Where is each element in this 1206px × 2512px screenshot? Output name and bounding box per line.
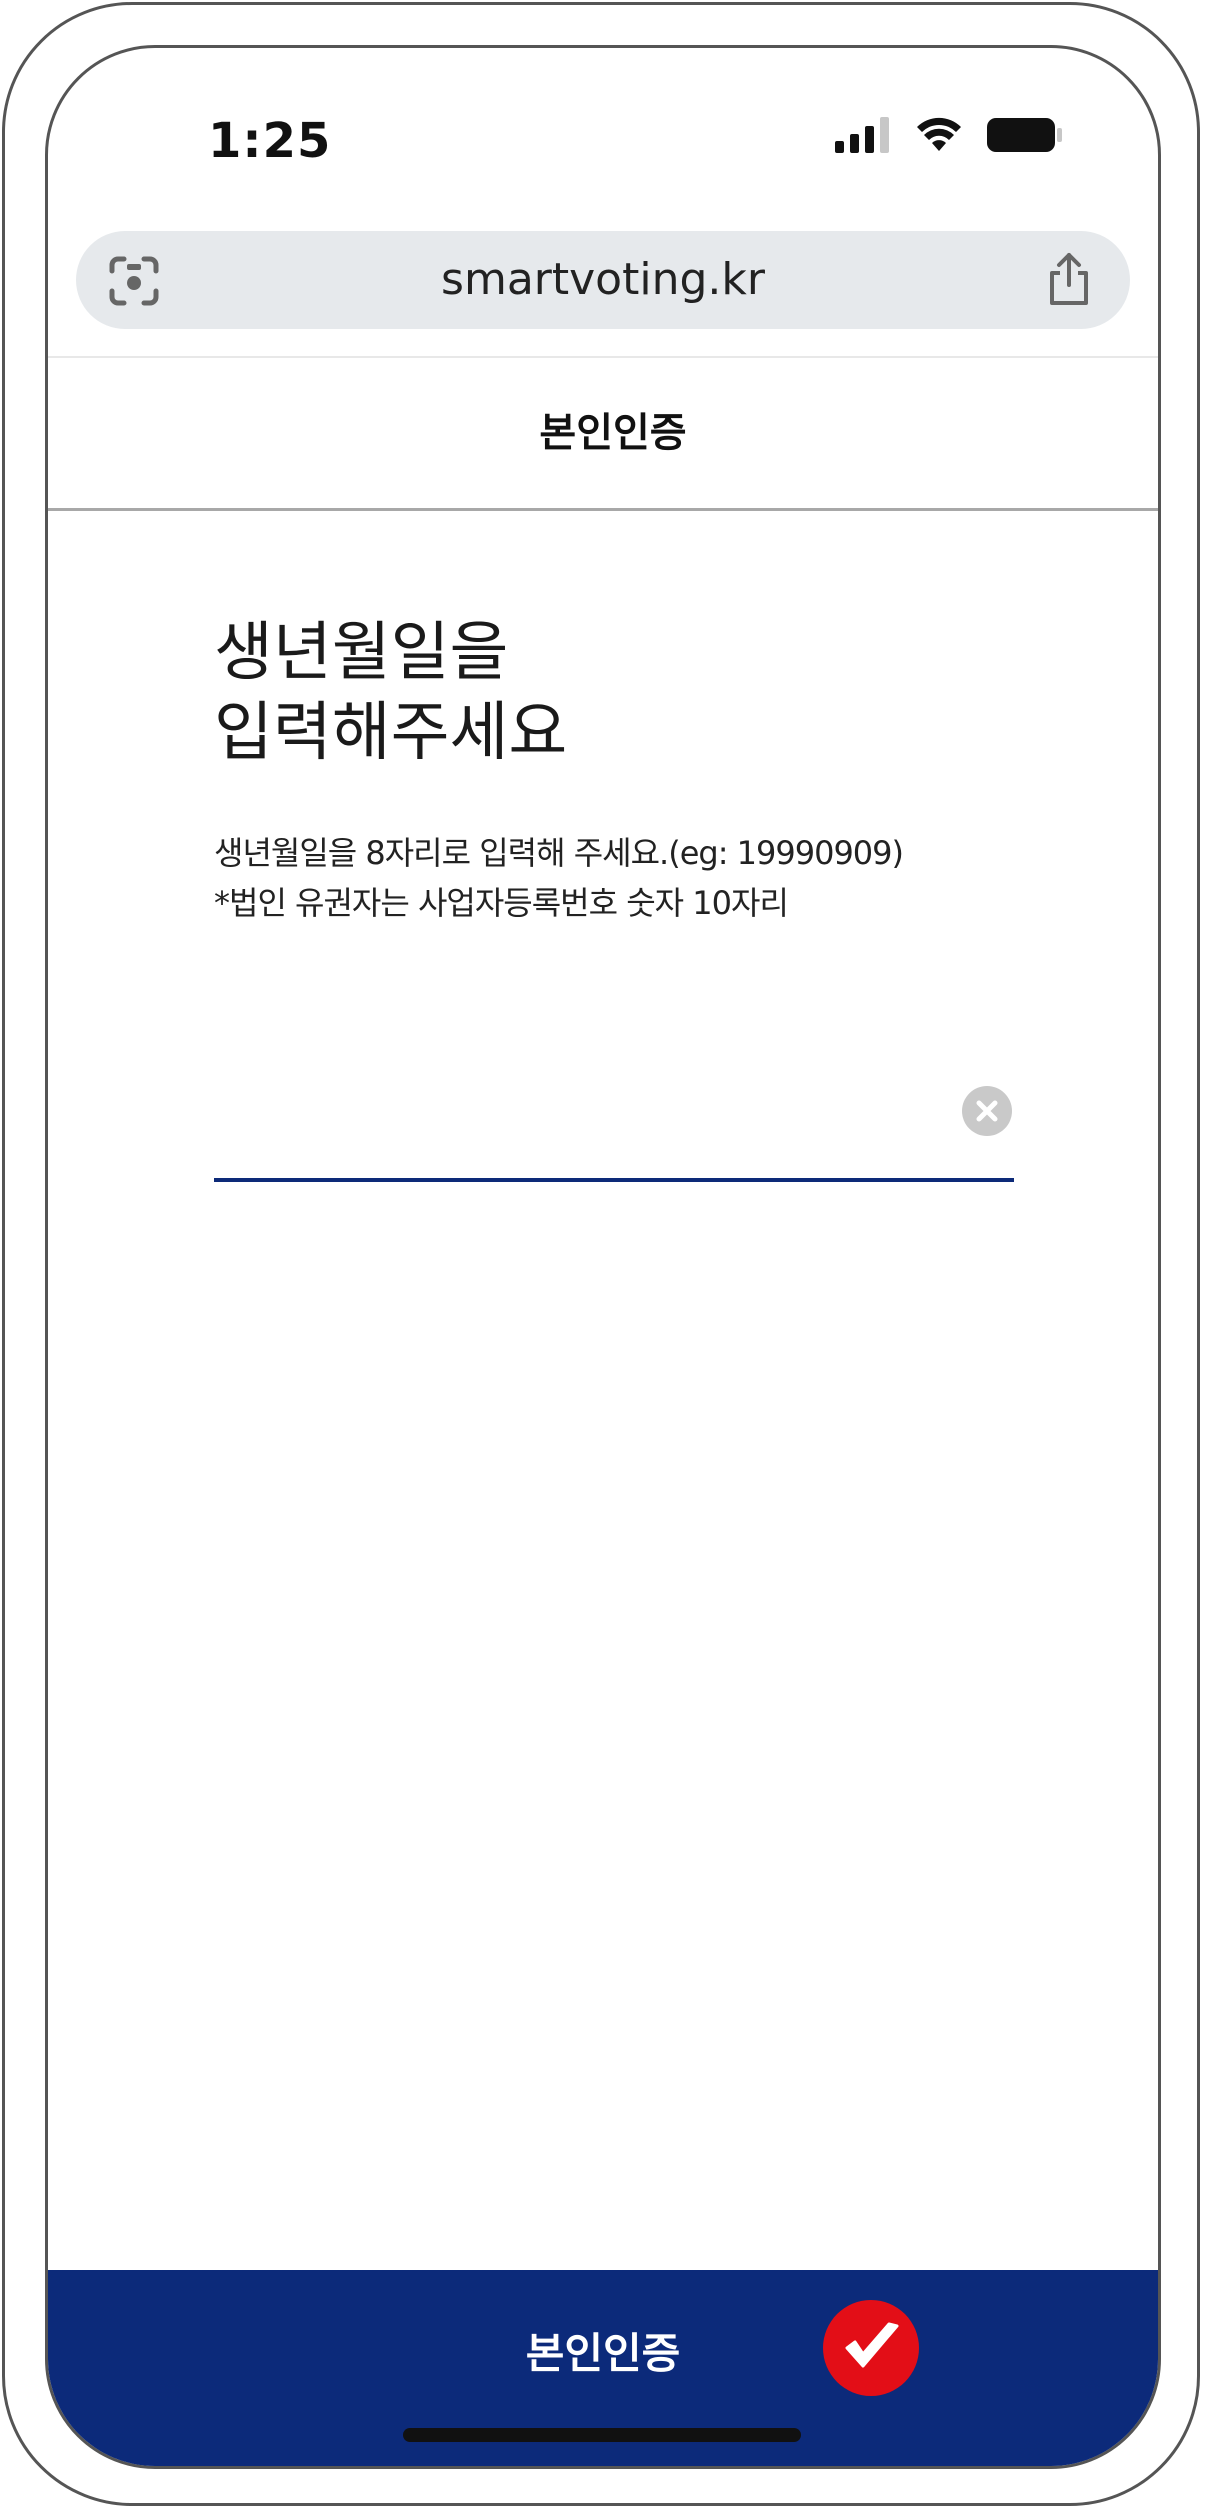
status-icons bbox=[835, 116, 1063, 154]
phone-screen: 1:25 smartvoting.kr 본인인증 생년월일을 입력해주세요 생년… bbox=[45, 45, 1161, 2469]
wifi-icon bbox=[917, 117, 961, 151]
close-icon bbox=[976, 1100, 998, 1122]
heading-line-1: 생년월일을 bbox=[214, 616, 509, 690]
checkmark-icon bbox=[845, 2322, 899, 2368]
heading-line-2: 입력해주세요 bbox=[214, 696, 568, 770]
status-time: 1:25 bbox=[208, 113, 332, 169]
instruction-description: 생년월일을 8자리로 입력해 주세요.(eg: 19990909) *법인 유권… bbox=[214, 828, 1064, 928]
share-icon[interactable] bbox=[1044, 251, 1094, 307]
description-line-1: 생년월일을 8자리로 입력해 주세요.(eg: 19990909) bbox=[214, 834, 904, 872]
page-header: 본인인증 bbox=[48, 358, 1158, 511]
description-line-2: *법인 유권자는 사업자등록번호 숫자 10자리 bbox=[214, 884, 789, 922]
cellular-signal-icon bbox=[835, 117, 889, 153]
instruction-heading: 생년월일을 입력해주세요 bbox=[214, 613, 1014, 773]
verify-button[interactable]: 본인인증 bbox=[48, 2270, 1158, 2466]
clear-input-button[interactable] bbox=[962, 1086, 1012, 1136]
checkmark-badge bbox=[823, 2300, 919, 2396]
browser-address-bar[interactable]: smartvoting.kr bbox=[76, 231, 1130, 329]
home-indicator bbox=[403, 2428, 801, 2442]
birthdate-input-field bbox=[214, 1058, 1014, 1182]
page-title: 본인인증 bbox=[539, 410, 687, 456]
battery-icon bbox=[987, 118, 1062, 152]
url-text[interactable]: smartvoting.kr bbox=[76, 231, 1130, 329]
verify-button-label: 본인인증 bbox=[525, 2329, 681, 2378]
birthdate-input[interactable] bbox=[214, 1078, 918, 1160]
